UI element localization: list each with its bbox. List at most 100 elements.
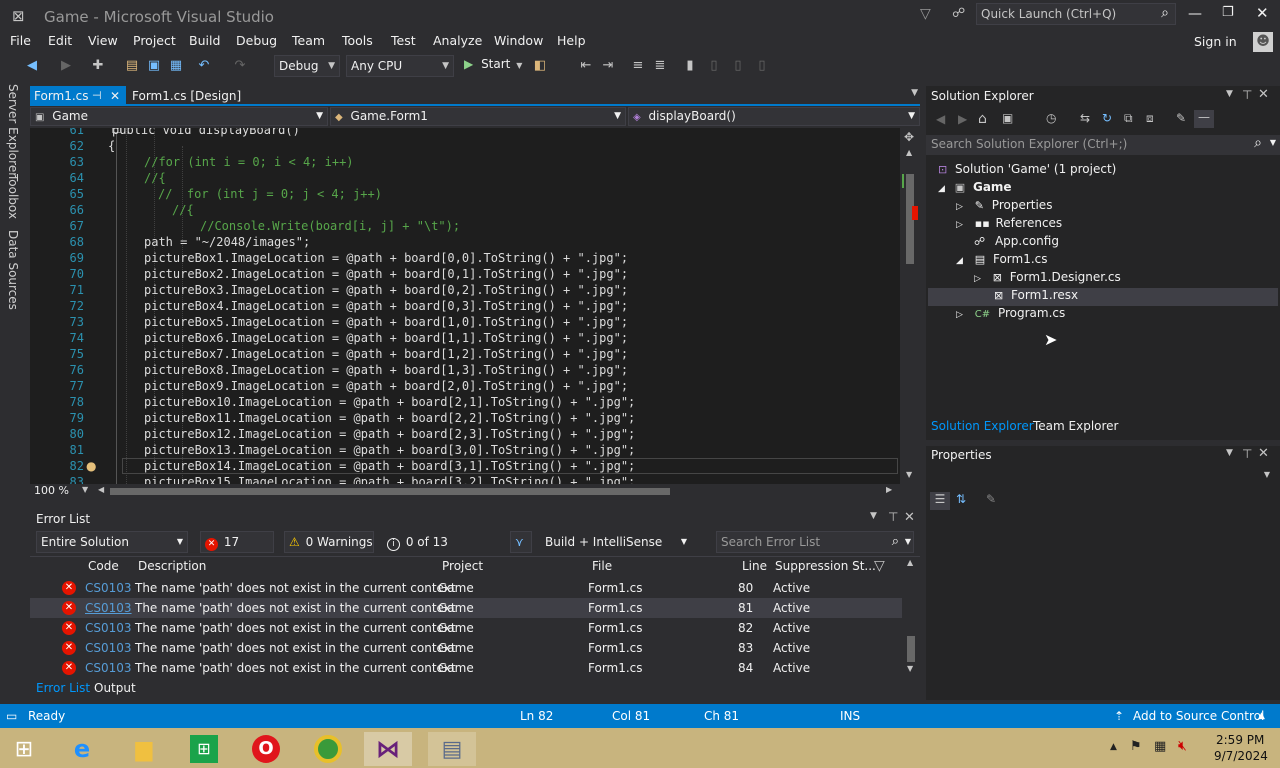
flag-icon[interactable]: ⚑	[1130, 739, 1142, 754]
back-icon[interactable]: ◀	[936, 112, 945, 126]
add-source-control-button[interactable]: Add to Source Control	[1133, 704, 1264, 728]
column-project[interactable]: Project	[442, 559, 483, 573]
error-code[interactable]: CS0103	[85, 578, 132, 598]
project-nav-select[interactable]: ▣ Game ▼	[30, 107, 328, 126]
menu-test[interactable]: Test	[391, 33, 416, 48]
comment-icon[interactable]: ≡	[630, 58, 646, 74]
properties-icon[interactable]: ✎	[1176, 111, 1186, 125]
messages-filter-button[interactable]: i 0 of 13 Messages	[382, 531, 500, 569]
uncomment-icon[interactable]: ≣	[652, 58, 668, 74]
clock-time[interactable]: 2:59 PM	[1216, 733, 1264, 747]
back-icon[interactable]: ◀	[24, 58, 40, 74]
home-icon[interactable]: ⌂	[978, 111, 987, 127]
bookmark-prev-icon[interactable]: ▯	[706, 58, 722, 74]
chevron-down-icon[interactable]: ▼	[82, 485, 88, 494]
chevron-down-icon[interactable]: ▼	[870, 511, 877, 521]
start-button[interactable]: ⊞	[0, 732, 48, 766]
data-sources-tab[interactable]: Data Sources	[6, 230, 20, 310]
tree-program[interactable]: ▷ C# Program.cs	[956, 306, 1065, 320]
error-list-scrollbar[interactable]: ▲ ▼	[902, 556, 920, 676]
tree-properties[interactable]: ▷ ✎ Properties	[956, 198, 1052, 212]
error-row[interactable]: ✕ CS0103 The name 'path' does not exist in…	[30, 658, 902, 678]
errors-filter-button[interactable]: ✕ 17 Errors	[200, 531, 274, 569]
chevron-down-icon[interactable]: ▼	[1226, 448, 1233, 458]
error-row[interactable]: ✕ CS0103 The name 'path' does not exist in…	[30, 598, 902, 618]
network-icon[interactable]: ▦	[1154, 739, 1166, 754]
pin-icon[interactable]: ⊣	[92, 86, 102, 106]
close-icon[interactable]: ✕	[1258, 87, 1269, 102]
pin-icon[interactable]: ⊤	[888, 510, 898, 524]
configuration-select[interactable]: Debug ▼	[274, 55, 340, 77]
menu-file[interactable]: File	[10, 33, 31, 48]
menu-window[interactable]: Window	[494, 33, 543, 48]
menu-debug[interactable]: Debug	[236, 33, 277, 48]
redo-icon[interactable]: ↷	[232, 58, 248, 74]
chevron-up-icon[interactable]: ▲	[1258, 704, 1265, 728]
quick-launch-input[interactable]: Quick Launch (Ctrl+Q) ⌕	[976, 3, 1176, 25]
new-project-icon[interactable]: ✚	[90, 58, 106, 74]
undo-icon[interactable]: ↶	[196, 58, 212, 74]
show-all-files-icon[interactable]: ⧈	[1146, 111, 1154, 126]
error-row[interactable]: ✕ CS0103 The name 'path' does not exist in…	[30, 638, 902, 658]
tab-overflow-icon[interactable]: ▼	[911, 88, 918, 98]
collapsed-arrow-icon[interactable]: ▷	[956, 310, 963, 320]
menu-tools[interactable]: Tools	[342, 33, 373, 48]
attach-icon[interactable]: ◧	[532, 58, 548, 74]
tab-solution-explorer[interactable]: Solution Explorer	[931, 419, 1034, 433]
error-search-input[interactable]: Search Error List ⌕ ▼	[716, 531, 914, 553]
menu-project[interactable]: Project	[133, 33, 176, 48]
forward-icon[interactable]: ▶	[958, 112, 967, 126]
class-nav-select[interactable]: ◆ Game.Form1 ▼	[330, 107, 626, 126]
close-icon[interactable]: ✕	[110, 86, 120, 106]
scroll-up-icon[interactable]: ▲	[906, 148, 912, 157]
ie-app[interactable]: e	[58, 732, 106, 766]
menu-analyze[interactable]: Analyze	[433, 33, 482, 48]
tree-project-game[interactable]: ◢ ▣ Game	[938, 180, 1012, 194]
column-line[interactable]: Line	[742, 559, 767, 573]
collapsed-arrow-icon[interactable]: ▷	[956, 220, 963, 230]
tree-form1[interactable]: ◢ ▤ Form1.cs	[956, 252, 1048, 266]
error-code[interactable]: CS0103	[85, 618, 132, 638]
platform-select[interactable]: Any CPU ▼	[346, 55, 454, 77]
error-code[interactable]: CS0103	[85, 658, 132, 678]
column-description[interactable]: Description	[138, 559, 206, 573]
step-over-icon[interactable]: ⇥	[600, 58, 616, 74]
expanded-arrow-icon[interactable]: ◢	[956, 256, 963, 266]
sign-in-link[interactable]: Sign in	[1194, 34, 1237, 49]
save-icon[interactable]: ▣	[146, 58, 162, 74]
code-editor[interactable]: − ● 61 public void displayBoard() 62{63//f…	[30, 128, 900, 484]
tray-expand-icon[interactable]: ▲	[1110, 742, 1117, 752]
editor-horizontal-scrollbar[interactable]: 100 % ▼ ◀ ▶	[30, 484, 900, 498]
zoom-level[interactable]: 100 %	[34, 484, 69, 497]
clear-filter-button[interactable]: ⋎	[510, 531, 532, 553]
refresh-icon[interactable]: ↻	[1102, 111, 1112, 125]
chevron-down-icon[interactable]: ▼	[1226, 89, 1233, 99]
chrome-app[interactable]	[304, 732, 352, 766]
restore-button[interactable]: ❐	[1222, 5, 1238, 20]
error-row[interactable]: ✕ CS0103 The name 'path' does not exist in…	[30, 618, 902, 638]
save-all-icon[interactable]: ▦	[168, 58, 184, 74]
collapsed-arrow-icon[interactable]: ▷	[956, 202, 963, 212]
collapse-all-icon[interactable]: ⧉	[1124, 111, 1133, 126]
opera-app[interactable]: O	[242, 732, 290, 766]
error-row[interactable]: ✕ CS0103 The name 'path' does not exist in…	[30, 578, 902, 598]
tree-form1-resx[interactable]: ⊠ Form1.resx	[928, 288, 1278, 306]
tab-team-explorer[interactable]: Team Explorer	[1033, 419, 1119, 433]
member-nav-select[interactable]: ◈ displayBoard() ▼	[628, 107, 920, 126]
switch-views-icon[interactable]: ▣	[1002, 111, 1013, 125]
scroll-down-icon[interactable]: ▼	[907, 664, 913, 673]
error-code[interactable]: CS0103	[85, 598, 132, 618]
sync-icon[interactable]: ⇆	[1080, 111, 1090, 125]
filter-icon[interactable]: ▽	[874, 558, 885, 574]
menu-help[interactable]: Help	[557, 33, 586, 48]
app-window[interactable]: ▤	[428, 732, 476, 766]
clock-date[interactable]: 9/7/2024	[1214, 749, 1268, 763]
menu-build[interactable]: Build	[189, 33, 220, 48]
tab-form1-cs[interactable]: Form1.cs ⊣ ✕	[30, 86, 126, 106]
minimize-button[interactable]: —	[1188, 6, 1204, 22]
categorized-icon[interactable]: ☰	[930, 492, 950, 510]
property-pages-icon[interactable]: ✎	[986, 492, 996, 506]
filter-icon[interactable]: ▽	[920, 6, 931, 22]
build-filter-select[interactable]: Build + IntelliSense ▼	[540, 531, 692, 553]
server-explorer-tab[interactable]: Server Explorer	[6, 84, 20, 177]
